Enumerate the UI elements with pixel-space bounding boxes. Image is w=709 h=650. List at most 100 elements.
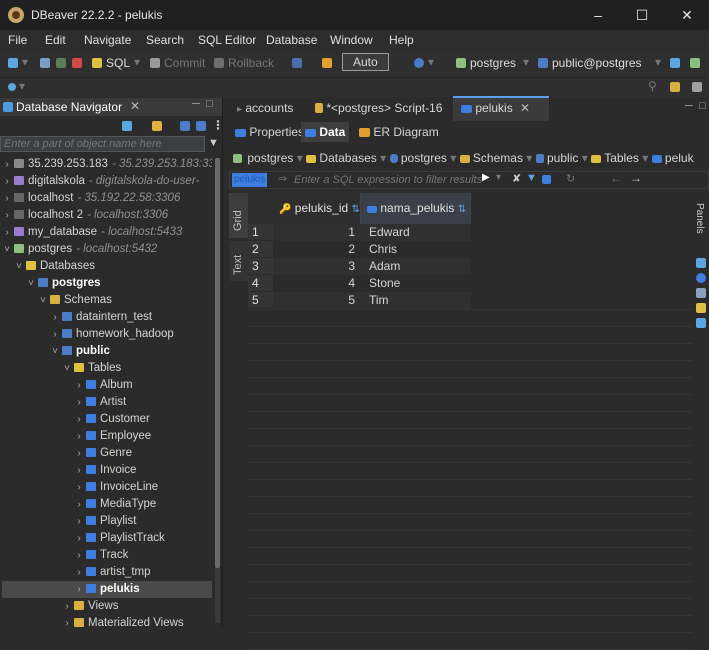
column-header-pelukis-id[interactable]: 🔑 pelukis_id ⇅ <box>273 193 361 224</box>
tree-item[interactable]: › Artist <box>2 394 212 411</box>
cell-pelukis-id[interactable]: 3 <box>273 258 355 275</box>
filter-history-icon[interactable]: ⇒ <box>278 172 287 185</box>
chevron-right-icon[interactable]: › <box>2 173 12 190</box>
filter-funnel-icon[interactable]: ▼ <box>208 137 219 149</box>
funnel-icon[interactable]: ▼ <box>526 172 537 184</box>
chevron-down-icon[interactable]: ˅ <box>62 360 72 377</box>
minimize-icon[interactable]: – <box>576 4 620 26</box>
chevron-right-icon[interactable]: › <box>74 513 84 530</box>
commit-button[interactable]: Commit <box>164 56 205 70</box>
info-icon[interactable] <box>696 273 706 283</box>
menu-edit[interactable]: Edit <box>45 33 66 47</box>
nav-link-icon[interactable] <box>196 121 206 131</box>
navigator-filter-input[interactable] <box>0 136 205 152</box>
row-number[interactable]: 4 <box>248 275 273 292</box>
nav-collapse-icon[interactable] <box>180 121 190 131</box>
nav-new-connection-icon[interactable] <box>122 121 132 131</box>
cell-pelukis-id[interactable]: 4 <box>273 275 355 292</box>
sql-dropdown-icon[interactable]: ▾ <box>134 55 140 69</box>
menu-help[interactable]: Help <box>389 33 414 47</box>
row-number[interactable]: 2 <box>248 241 273 258</box>
menu-window[interactable]: Window <box>330 33 373 47</box>
tree-item[interactable]: › digitalskola - digitalskola-do-user- <box>2 173 212 190</box>
grid-view-tab[interactable]: Grid <box>229 193 248 238</box>
cell-nama-pelukis[interactable]: Adam <box>369 258 400 275</box>
tree-item[interactable]: ˅ postgres - localhost:5432 <box>2 241 212 258</box>
menu-database[interactable]: Database <box>266 33 317 47</box>
home-icon[interactable] <box>690 58 700 68</box>
active-connection-selector[interactable]: postgres <box>470 56 516 70</box>
back-icon[interactable]: ← <box>610 171 622 185</box>
transaction-mode-icon[interactable] <box>292 58 302 68</box>
text-view-tab[interactable]: Text <box>229 241 248 281</box>
navigator-scrollbar-thumb[interactable] <box>215 158 220 568</box>
disconnect-icon[interactable] <box>56 58 66 68</box>
tree-item[interactable]: ˅ postgres <box>2 275 212 292</box>
tree-item[interactable]: › Employee <box>2 428 212 445</box>
calc-icon[interactable] <box>696 303 706 313</box>
tab-script-16[interactable]: *<postgres> Script-16 <box>309 98 448 119</box>
tree-item[interactable]: › 35.239.253.183- 35.239.253.183:33 <box>2 156 212 173</box>
tab-pelukis[interactable]: pelukis ✕ <box>453 96 549 121</box>
chevron-right-icon[interactable]: › <box>74 496 84 513</box>
chevron-right-icon[interactable]: › <box>62 598 72 615</box>
order-icon[interactable] <box>542 175 551 184</box>
new-connection-icon[interactable] <box>8 58 18 68</box>
cell-pelukis-id[interactable]: 5 <box>273 292 355 309</box>
column-header-nama-pelukis[interactable]: nama_pelukis ⇅ <box>361 193 471 224</box>
breadcrumb-item[interactable]: Tables <box>604 151 639 165</box>
cell-pelukis-id[interactable]: 1 <box>273 224 355 241</box>
value-panel-icon[interactable] <box>696 258 706 268</box>
menu-file[interactable]: File <box>8 33 27 47</box>
maximize-icon[interactable]: ☐ <box>620 4 664 26</box>
chevron-right-icon[interactable]: › <box>74 564 84 581</box>
metadata-icon[interactable] <box>696 318 706 328</box>
cell-pelukis-id[interactable]: 2 <box>273 241 355 258</box>
history-icon[interactable] <box>414 58 424 68</box>
tree-item[interactable]: › artist_tmp <box>2 564 212 581</box>
chevron-right-icon[interactable]: › <box>2 207 12 224</box>
tree-item[interactable]: › MediaType <box>2 496 212 513</box>
dropdown-arrow-icon[interactable]: ▾ <box>22 55 28 69</box>
breadcrumb-item[interactable]: Schemas <box>473 151 523 165</box>
tree-item[interactable]: › Materialized Views <box>2 615 212 632</box>
tree-item[interactable]: › Track <box>2 547 212 564</box>
sql-editor-icon[interactable] <box>92 58 102 68</box>
chevron-down-icon[interactable]: ˅ <box>50 343 60 360</box>
commit-icon[interactable] <box>150 58 160 68</box>
maximize-panel-icon[interactable]: □ <box>206 98 213 110</box>
menu-navigate[interactable]: Navigate <box>84 33 131 47</box>
tree-item[interactable]: › Invoice <box>2 462 212 479</box>
chevron-right-icon[interactable]: › <box>74 377 84 394</box>
chevron-right-icon[interactable]: › <box>74 411 84 428</box>
breadcrumb-item[interactable]: postgres <box>401 151 447 165</box>
tree-item[interactable]: › localhost 2- localhost:3306 <box>2 207 212 224</box>
chevron-down-icon[interactable]: ˅ <box>14 258 24 275</box>
tree-item[interactable]: ˅ Databases <box>2 258 212 275</box>
tree-item[interactable]: › Album <box>2 377 212 394</box>
chevron-right-icon[interactable]: › <box>74 581 84 598</box>
chevron-right-icon[interactable]: › <box>74 479 84 496</box>
rollback-button[interactable]: Rollback <box>228 56 274 70</box>
chevron-right-icon[interactable]: › <box>2 190 12 207</box>
perspective-icon[interactable] <box>670 82 680 92</box>
subtab-er-diagram[interactable]: ER Diagram <box>355 122 443 142</box>
grouping-icon[interactable] <box>696 288 706 298</box>
breadcrumb-item[interactable]: postgres <box>247 151 293 165</box>
cell-nama-pelukis[interactable]: Tim <box>369 292 389 309</box>
chevron-down-icon[interactable]: ˅ <box>38 292 48 309</box>
chevron-right-icon[interactable]: › <box>74 445 84 462</box>
close-icon[interactable]: ✕ <box>665 4 709 26</box>
tree-item[interactable]: › InvoiceLine <box>2 479 212 496</box>
chevron-down-icon[interactable]: ˅ <box>26 275 36 292</box>
chevron-right-icon[interactable]: › <box>74 394 84 411</box>
chevron-right-icon[interactable]: › <box>74 428 84 445</box>
connection-dropdown-icon[interactable]: ▾ <box>523 55 529 69</box>
tree-item[interactable]: › Views <box>2 598 212 615</box>
breadcrumb-item[interactable]: peluk <box>665 151 694 165</box>
chevron-right-icon[interactable]: › <box>50 309 60 326</box>
search-icon[interactable]: ⚲ <box>648 79 657 93</box>
project-icon[interactable] <box>8 83 16 91</box>
row-number[interactable]: 3 <box>248 258 273 275</box>
nav-menu-icon[interactable]: ⋮ <box>212 118 224 132</box>
